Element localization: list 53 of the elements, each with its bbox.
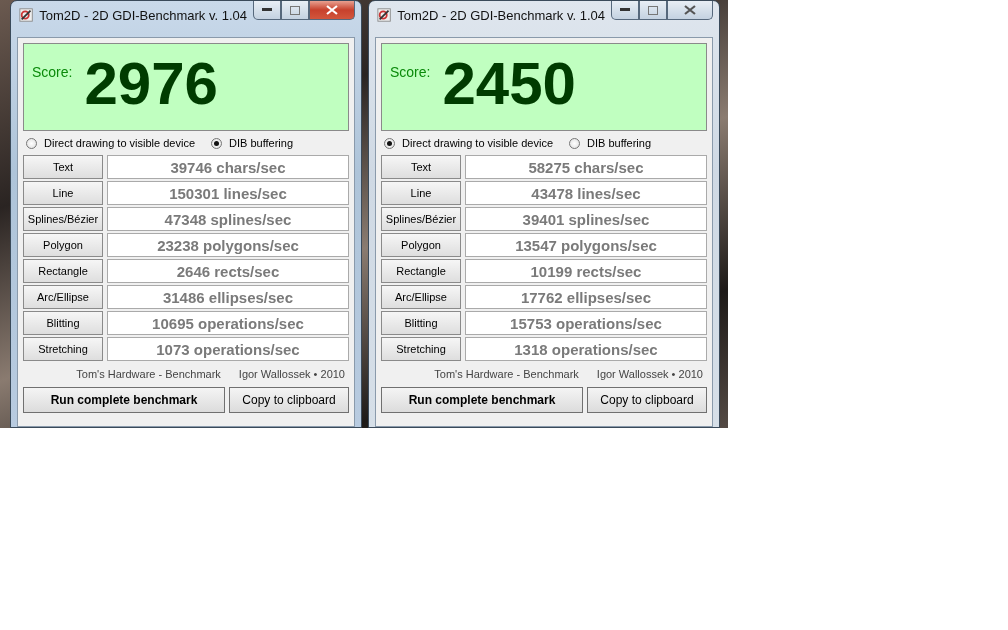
result-field: 1073 operations/sec: [107, 337, 349, 361]
credit-text: Tom's Hardware - Benchmark: [76, 368, 221, 380]
minimize-button[interactable]: [253, 1, 281, 20]
test-button[interactable]: Blitting: [23, 311, 103, 335]
result-field: 43478 lines/sec: [465, 181, 707, 205]
test-button[interactable]: Rectangle: [23, 259, 103, 283]
window-title: Tom2D - 2D GDI-Benchmark v. 1.04: [39, 7, 247, 23]
run-benchmark-button[interactable]: Run complete benchmark: [23, 387, 225, 413]
radio-option[interactable]: DIB buffering: [211, 136, 296, 150]
radio-button[interactable]: [26, 137, 37, 149]
result-field: 31486 ellipses/sec: [107, 285, 349, 309]
result-field: 10695 operations/sec: [107, 311, 349, 335]
credit-text: Igor Wallossek • 2010: [238, 368, 345, 380]
minimize-icon: [262, 8, 272, 12]
close-icon: [684, 5, 696, 15]
close-button[interactable]: [309, 1, 355, 20]
close-icon: [326, 5, 338, 15]
result-field: 10199 rects/sec: [465, 259, 707, 283]
test-button[interactable]: Line: [23, 181, 103, 205]
radio-button[interactable]: [211, 137, 222, 149]
result-field: 17762 ellipses/sec: [465, 285, 707, 309]
credit-text: Tom's Hardware - Benchmark: [434, 368, 579, 380]
minimize-icon: [620, 8, 630, 12]
test-button[interactable]: Text: [23, 155, 103, 179]
score-value: 2450: [442, 54, 576, 114]
result-field: 23238 polygons/sec: [107, 233, 349, 257]
test-button[interactable]: Splines/Bézier: [23, 207, 103, 231]
radio-option[interactable]: Direct drawing to visible device: [26, 136, 197, 150]
result-field: 150301 lines/sec: [107, 181, 349, 205]
window-title: Tom2D - 2D GDI-Benchmark v. 1.04: [397, 7, 605, 23]
app-icon: [377, 7, 392, 23]
result-field: 39401 splines/sec: [465, 207, 707, 231]
test-button[interactable]: Polygon: [23, 233, 103, 257]
score-value: 2976: [84, 54, 218, 114]
radio-button[interactable]: [384, 137, 395, 149]
test-button[interactable]: Stretching: [23, 337, 103, 361]
result-field: 39746 chars/sec: [107, 155, 349, 179]
result-field: 15753 operations/sec: [465, 311, 707, 335]
maximize-button[interactable]: [281, 1, 309, 20]
result-field: 47348 splines/sec: [107, 207, 349, 231]
result-field: 58275 chars/sec: [465, 155, 707, 179]
score-label: Score:: [32, 64, 73, 80]
app-icon: [19, 7, 34, 23]
test-button[interactable]: Arc/Ellipse: [23, 285, 103, 309]
credit-text: Igor Wallossek • 2010: [596, 368, 703, 380]
score-label: Score:: [390, 64, 431, 80]
result-field: 1318 operations/sec: [465, 337, 707, 361]
copy-button[interactable]: Copy to clipboard: [229, 387, 349, 413]
maximize-icon: [648, 5, 658, 15]
result-field: 2646 rects/sec: [107, 259, 349, 283]
maximize-icon: [290, 5, 300, 15]
radio-button[interactable]: [569, 137, 580, 149]
result-field: 13547 polygons/sec: [465, 233, 707, 257]
